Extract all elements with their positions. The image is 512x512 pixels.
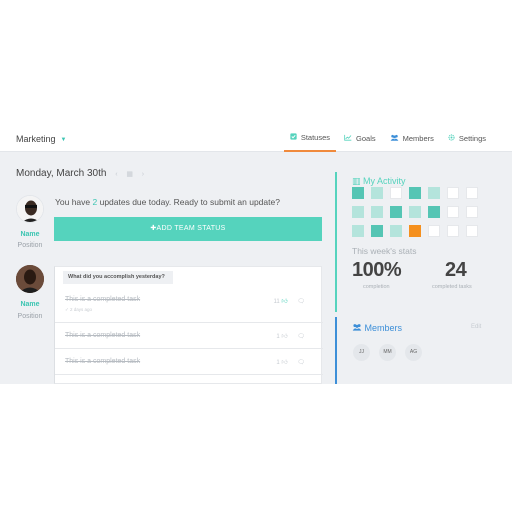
member-avatar[interactable]: JJ: [353, 344, 370, 361]
task-actions: 1 👍︎ 🗨︎: [276, 332, 305, 340]
check-icon: [290, 132, 297, 142]
tab-label: Statuses: [300, 132, 331, 142]
task-actions: 11 👍︎ 🗨︎: [274, 297, 305, 305]
activity-cell: [428, 206, 440, 218]
user-name[interactable]: Name: [10, 231, 50, 238]
activity-cell: [409, 225, 421, 237]
comment-icon[interactable]: 🗨︎: [297, 360, 305, 366]
calendar-icon[interactable]: ▦: [126, 171, 133, 178]
activity-cell: [371, 206, 383, 218]
activity-cell: [466, 206, 478, 218]
chart-icon: [344, 134, 352, 143]
activity-cell: [447, 187, 459, 199]
tab-label: Goals: [356, 133, 376, 143]
prev-day-icon[interactable]: ‹: [115, 171, 117, 178]
tab-statuses[interactable]: Statuses: [283, 124, 337, 152]
bar-chart-icon: ▥: [352, 176, 361, 186]
members-title: Members: [352, 323, 402, 333]
thumbs-up-icon[interactable]: 👍︎: [281, 360, 287, 366]
right-panel: ▥ My Activity This week's stats 100% com…: [335, 162, 512, 384]
team-name: Marketing: [16, 134, 56, 144]
users-icon: [390, 134, 399, 143]
team-selector[interactable]: Marketing ▼: [16, 134, 66, 144]
list-item: This is a completed task ✓ 2 days ago 11…: [55, 289, 323, 323]
question-label: What did you accomplish yesterday?: [63, 271, 173, 284]
teammate-name[interactable]: Name: [10, 301, 50, 308]
activity-cell: [409, 187, 421, 199]
thumbs-up-icon[interactable]: 👍︎: [281, 299, 287, 305]
like-count: 1: [276, 360, 280, 366]
comment-icon[interactable]: 🗨︎: [297, 334, 305, 340]
next-day-icon[interactable]: ›: [142, 171, 144, 178]
task-text: This is a completed task: [65, 296, 141, 303]
activity-cell: [466, 225, 478, 237]
edit-members-link[interactable]: Edit: [471, 324, 481, 330]
activity-cell: [428, 225, 440, 237]
completion-label: completion: [363, 284, 390, 290]
user-position: Position: [17, 242, 43, 249]
caret-down-icon: ▼: [60, 137, 67, 143]
task-text: This is a completed task: [65, 358, 141, 365]
tab-goals[interactable]: Goals: [338, 124, 382, 152]
task-meta: ✓ 2 days ago: [65, 307, 93, 312]
avatar[interactable]: [16, 265, 44, 293]
activity-cell: [466, 187, 478, 199]
update-prompt: You have 2 updates due today. Ready to s…: [55, 197, 280, 207]
status-card: What did you accomplish yesterday? This …: [54, 266, 323, 384]
tab-settings[interactable]: Settings: [442, 124, 492, 152]
like-count: 1: [276, 334, 280, 340]
tab-members[interactable]: Members: [384, 124, 440, 152]
teammate-position: Position: [17, 313, 43, 320]
tasks-label: completed tasks: [432, 284, 472, 290]
comment-icon[interactable]: 🗨︎: [297, 299, 305, 305]
top-bar: Marketing ▼ Statuses Goals Members Setti…: [0, 124, 512, 152]
avatar[interactable]: [16, 195, 44, 223]
stats-title: This week's stats: [352, 246, 417, 256]
like-count: 11: [273, 299, 280, 305]
add-team-status-button[interactable]: ✚ADD TEAM STATUS: [54, 217, 322, 241]
prompt-text: updates due today. Ready to submit an up…: [97, 197, 280, 207]
gear-icon: [448, 133, 455, 143]
main-content: Monday, March 30th ‹ ▦ › Name Position Y…: [0, 152, 512, 384]
date-row: Monday, March 30th ‹ ▦ ›: [16, 168, 144, 179]
tasks-value: 24: [445, 259, 467, 281]
completion-value: 100%: [352, 259, 402, 281]
activity-title: ▥ My Activity: [352, 176, 406, 187]
app-window: Marketing ▼ Statuses Goals Members Setti…: [0, 124, 512, 384]
activity-title-text: My Activity: [363, 176, 406, 186]
tab-label: Settings: [458, 133, 486, 143]
users-icon: [352, 323, 365, 333]
button-label: ADD TEAM STATUS: [156, 225, 226, 232]
activity-cell: [371, 225, 383, 237]
member-avatar[interactable]: AG: [405, 344, 422, 361]
activity-cell: [428, 187, 440, 199]
activity-cell: [352, 206, 364, 218]
members-accent-bar: [335, 317, 337, 384]
activity-cell: [447, 225, 459, 237]
activity-cell: [352, 225, 364, 237]
activity-cell: [390, 206, 402, 218]
main-nav: Statuses Goals Members Settings: [282, 124, 492, 152]
activity-cell: [390, 187, 402, 199]
prompt-text: You have: [55, 197, 93, 207]
activity-cell: [447, 206, 459, 218]
activity-accent-bar: [335, 172, 337, 312]
task-actions: 1 👍︎ 🗨︎: [276, 358, 305, 366]
member-avatar[interactable]: MM: [379, 344, 396, 361]
list-item: This is a completed task 1 👍︎ 🗨︎: [55, 349, 323, 375]
activity-cell: [409, 206, 421, 218]
task-text: This is a completed task: [65, 332, 141, 339]
list-item: This is a completed task 1 👍︎ 🗨︎: [55, 323, 323, 349]
activity-cell: [352, 187, 364, 199]
tab-label: Members: [402, 133, 434, 143]
activity-cell: [371, 187, 383, 199]
current-date: Monday, March 30th: [16, 168, 107, 179]
activity-cell: [390, 225, 402, 237]
thumbs-up-icon[interactable]: 👍︎: [281, 334, 287, 340]
members-title-text: Members: [364, 323, 403, 333]
